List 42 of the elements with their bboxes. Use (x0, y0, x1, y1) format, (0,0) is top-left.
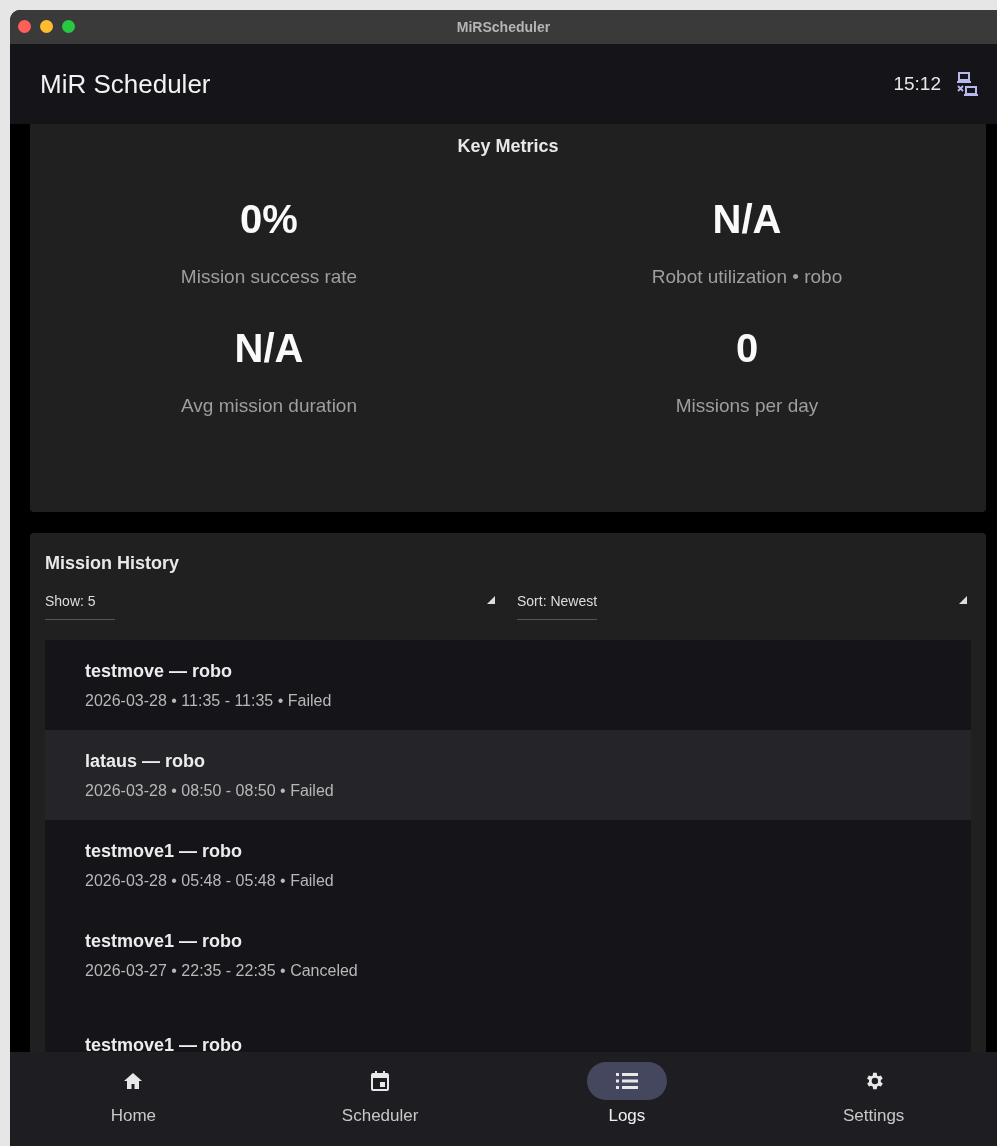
window-title: MiRScheduler (456, 19, 551, 35)
mission-row[interactable]: testmove1 — robo (45, 1000, 971, 1052)
metric-label: Avg mission duration (181, 395, 357, 417)
calendar-icon (371, 1071, 390, 1091)
mission-details: 2026-03-28 • 11:35 - 11:35 • Failed (85, 691, 333, 710)
mission-row[interactable]: testmove1 — robo 2026-03-28 • 05:48 - 05:48 • Failed (45, 820, 971, 910)
mission-title: lataus — robo (85, 750, 206, 772)
metric-value: N/A (234, 326, 304, 371)
clock-time: 15:12 (893, 73, 941, 95)
minimize-icon[interactable] (40, 20, 53, 33)
card-title: Key Metrics (457, 136, 559, 157)
mission-title: testmove1 — robo (85, 930, 244, 952)
mission-details: 2026-03-28 • 05:48 - 05:48 • Failed (85, 871, 335, 890)
metric-label: Robot utilization • robo (651, 266, 843, 288)
metric-value: 0 (735, 326, 759, 371)
mission-details: 2026-03-27 • 22:35 - 22:35 • Canceled (85, 961, 359, 980)
mission-details: 2026-03-28 • 08:50 - 08:50 • Failed (85, 781, 335, 800)
mission-title: testmove — robo (85, 660, 234, 682)
show-dropdown[interactable]: Show: 5 (45, 590, 115, 620)
mission-row[interactable]: lataus — robo 2026-03-28 • 08:50 - 08:50 • Failed (45, 730, 971, 820)
metric-label: Missions per day (675, 395, 819, 417)
nav-tab[interactable]: Logs (503, 1062, 751, 1146)
mission-title: testmove1 — robo (85, 1034, 244, 1052)
sort-dropdown[interactable]: Sort: Newest (517, 590, 598, 620)
home-icon (123, 1072, 144, 1090)
close-icon[interactable] (18, 20, 31, 33)
card-title: Mission History (45, 553, 181, 574)
mission-row[interactable]: testmove — robo 2026-03-28 • 11:35 - 11:35 • Failed (45, 640, 971, 730)
disconnected-computers-icon[interactable] (957, 71, 979, 97)
app-title: MiR Scheduler (40, 68, 211, 100)
nav-tab[interactable]: Scheduler (256, 1062, 504, 1146)
dropdown-arrow-icon[interactable] (959, 596, 967, 604)
zoom-icon[interactable] (62, 20, 75, 33)
list-icon (615, 1073, 638, 1089)
nav-tab[interactable]: Home (10, 1062, 257, 1146)
mission-title: testmove1 — robo (85, 840, 244, 862)
mission-row[interactable]: testmove1 — robo 2026-03-27 • 22:35 - 22:35 • Canceled (45, 910, 971, 1000)
metric-label: Mission success rate (180, 266, 358, 288)
dropdown-arrow-icon[interactable] (487, 596, 495, 604)
metric-value: 0% (240, 197, 298, 242)
metric-value: N/A (712, 197, 782, 242)
nav-tab[interactable]: Settings (750, 1062, 997, 1146)
